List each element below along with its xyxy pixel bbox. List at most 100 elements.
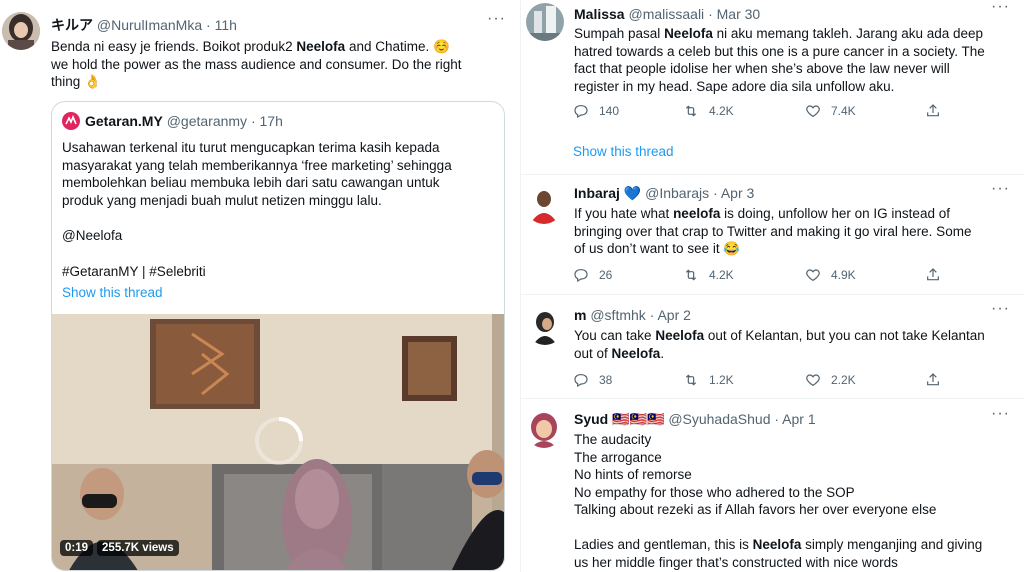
retweet-button[interactable]: 4.2K [683, 103, 734, 119]
reply-count: 140 [599, 104, 620, 118]
quote-hashtags[interactable]: #GetaranMY | #Selebriti [62, 263, 498, 281]
timestamp[interactable]: Apr 3 [721, 185, 754, 201]
reply-icon [574, 374, 588, 388]
tweet-header: Inbaraj 💙 @Inbarajs · Apr 3 [574, 185, 755, 201]
retweet-count: 4.2K [709, 104, 734, 118]
display-name[interactable]: キルア [51, 17, 93, 33]
quoted-tweet[interactable]: Getaran.MY @getaranmy · 17h Usahawan ter… [51, 101, 505, 571]
like-icon [806, 374, 820, 387]
show-thread-link[interactable]: Show this thread [573, 143, 674, 161]
tweet-text-line: Benda ni easy je friends. Boikot produk2… [51, 39, 450, 54]
reply-count: 38 [599, 373, 613, 387]
handle[interactable]: @NurulImanMka [97, 17, 202, 33]
tweet-header: キルア @NurulImanMka · 11h [51, 17, 237, 33]
quote-display-name[interactable]: Getaran.MY [85, 113, 163, 129]
more-icon[interactable]: ··· [991, 405, 1010, 423]
share-button[interactable] [925, 267, 941, 283]
share-icon [927, 268, 939, 281]
tweet-text: If you hate what neelofa is doing, unfol… [574, 206, 972, 256]
tweet-text-line: we hold the power as the mass audience a… [51, 56, 462, 72]
left-tweet-panel: キルア @NurulImanMka · 11h ··· Benda ni eas… [0, 0, 516, 572]
quote-text-line: Usahawan terkenal itu turut mengucapkan … [62, 140, 440, 155]
video-duration: 0:19 [60, 540, 94, 556]
tweet-text: You can take Neelofa out of Kelantan, bu… [574, 328, 985, 361]
avatar[interactable] [526, 307, 564, 345]
reply-button[interactable]: 38 [573, 372, 612, 388]
handle[interactable]: @Inbarajs [645, 185, 709, 201]
quote-handle[interactable]: @getaranmy [167, 113, 247, 129]
timestamp[interactable]: 11h [215, 17, 237, 33]
tweet-header: m @sftmhk · Apr 2 [574, 307, 691, 323]
like-count: 7.4K [831, 104, 856, 118]
reply-icon [574, 269, 588, 283]
quote-text: Usahawan terkenal itu turut mengucapkan … [62, 139, 498, 280]
divider [521, 398, 1024, 399]
quote-text-line: membolehkan beliau membuka lebih dari sa… [62, 175, 440, 190]
reply-count: 26 [599, 268, 613, 282]
show-thread-link[interactable]: Show this thread [62, 284, 163, 302]
reply-button[interactable]: 26 [573, 267, 612, 283]
tweet-text: Benda ni easy je friends. Boikot produk2… [51, 38, 511, 91]
avatar[interactable] [525, 410, 563, 448]
video-views: 255.7K views [97, 540, 179, 556]
timestamp[interactable]: Mar 30 [717, 6, 761, 22]
display-name[interactable]: m [574, 307, 586, 323]
like-button[interactable]: 2.2K [805, 372, 856, 388]
share-button[interactable] [925, 372, 941, 388]
retweet-icon [685, 374, 697, 386]
reply-button[interactable]: 140 [573, 103, 619, 119]
retweet-count: 4.2K [709, 268, 734, 282]
like-count: 4.9K [831, 268, 856, 282]
divider [521, 294, 1024, 295]
share-icon [927, 373, 939, 386]
timestamp[interactable]: Apr 2 [657, 307, 690, 323]
video-player[interactable]: 0:19 255.7K views [52, 314, 504, 570]
avatar[interactable] [525, 186, 563, 224]
like-icon [806, 105, 820, 118]
tweet-text: Sumpah pasal Neelofa ni aku memang takle… [574, 26, 985, 94]
getaran-logo-icon [62, 112, 80, 130]
more-icon[interactable]: ··· [991, 180, 1010, 198]
retweet-button[interactable]: 4.2K [683, 267, 734, 283]
more-icon[interactable]: ··· [991, 0, 1010, 16]
quote-mention[interactable]: @Neelofa [62, 227, 498, 245]
share-button[interactable] [925, 103, 941, 119]
handle[interactable]: @malissaali [628, 6, 704, 22]
handle[interactable]: @SyuhadaShud [668, 411, 770, 427]
retweet-icon [685, 269, 697, 281]
video-badges: 0:19 255.7K views [60, 540, 179, 556]
retweet-icon [685, 105, 697, 117]
avatar[interactable] [2, 12, 40, 50]
handle[interactable]: @sftmhk [590, 307, 645, 323]
like-count: 2.2K [831, 373, 856, 387]
flag-icons: 🇲🇾🇲🇾🇲🇾 [612, 411, 665, 427]
tweet-actions: 38 1.2K 2.2K [573, 372, 953, 390]
quote-text-line: produk yang menjadi buah mulut netizen m… [62, 192, 382, 208]
quote-text-line: masyarakat yang telah memberikannya ‘fre… [62, 157, 452, 173]
retweet-count: 1.2K [709, 373, 734, 387]
retweet-button[interactable]: 1.2K [683, 372, 734, 388]
display-name[interactable]: Inbaraj [574, 185, 620, 201]
loading-spinner-icon [252, 414, 306, 468]
like-button[interactable]: 4.9K [805, 267, 856, 283]
verified-heart-icon: 💙 [623, 185, 642, 201]
reply-icon [574, 105, 588, 119]
tweet-text: The audacity The arrogance No hints of r… [574, 432, 983, 570]
like-icon [806, 269, 820, 282]
divider [521, 174, 1024, 175]
more-icon[interactable]: ··· [487, 10, 506, 28]
display-name[interactable]: Syud [574, 411, 608, 427]
tweet-text-line: thing 👌 [51, 74, 101, 89]
share-icon [927, 104, 939, 117]
more-icon[interactable]: ··· [991, 300, 1010, 318]
replies-panel: Malissa @malissaali · Mar 30 ··· Sumpah … [520, 0, 1024, 572]
timestamp[interactable]: Apr 1 [782, 411, 815, 427]
tweet-actions: 140 4.2K 7.4K [573, 103, 953, 121]
quote-header: Getaran.MY @getaranmy · 17h [85, 113, 283, 129]
quote-timestamp[interactable]: 17h [260, 113, 283, 129]
like-button[interactable]: 7.4K [805, 103, 856, 119]
avatar[interactable] [526, 3, 564, 41]
display-name[interactable]: Malissa [574, 6, 625, 22]
tweet-header: Syud 🇲🇾🇲🇾🇲🇾 @SyuhadaShud · Apr 1 [574, 411, 816, 427]
tweet-actions: 26 4.2K 4.9K [573, 267, 953, 285]
